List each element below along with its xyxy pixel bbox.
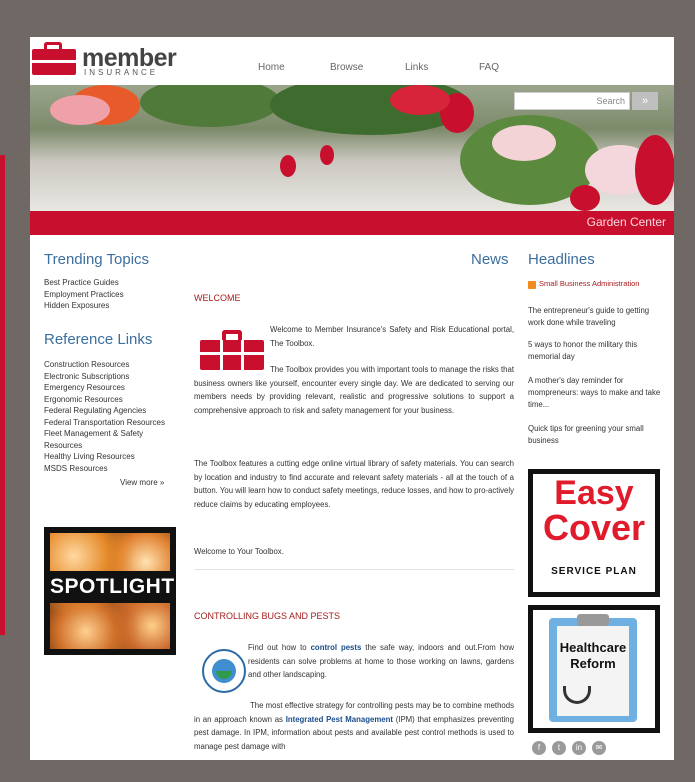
bugs-heading: CONTROLLING BUGS AND PESTS (194, 611, 341, 621)
hero-flower (492, 125, 556, 161)
hero-fuchsia (280, 155, 296, 177)
reference-links-list: Construction Resources Electronic Subscr… (44, 359, 165, 474)
reference-link[interactable]: Construction Resources (44, 359, 165, 371)
headlines-heading: Headlines (528, 251, 595, 268)
headline-link[interactable]: A mother's day reminder for mompreneurs:… (528, 375, 666, 411)
easy-cover-banner[interactable]: Easy Cover SERVICE PLAN (528, 469, 660, 597)
background-red-strip (0, 155, 5, 635)
reference-link[interactable]: Ergonomic Resources (44, 394, 165, 406)
nav-links[interactable]: Links (405, 62, 428, 73)
hero-foliage (140, 85, 280, 127)
healthcare-reform-label: Healthcare Reform (559, 640, 627, 671)
section-divider (194, 569, 514, 570)
hero-fuchsia (635, 135, 674, 205)
trending-topics-heading: Trending Topics (44, 251, 150, 268)
reference-link[interactable]: Resources (44, 440, 165, 452)
reference-link[interactable]: Emergency Resources (44, 382, 165, 394)
ipm-link[interactable]: Integrated Pest Management (286, 715, 393, 724)
epa-seal-icon (202, 649, 246, 693)
bugs-paragraph: The most effective strategy for controll… (194, 699, 514, 753)
headline-link[interactable]: The entrepreneur's guide to getting work… (528, 305, 666, 329)
spotlight-banner[interactable]: SPOTLIGHT (44, 527, 176, 655)
hero-flower (50, 95, 110, 125)
easy-cover-title: Cover (542, 507, 646, 548)
trending-link[interactable]: Best Practice Guides (44, 277, 124, 289)
hero-banner: Search » (30, 85, 674, 211)
search-input[interactable]: Search (514, 92, 630, 110)
reference-link[interactable]: MSDS Resources (44, 463, 165, 475)
reference-links-heading: Reference Links (44, 331, 153, 348)
email-icon[interactable]: ✉ (592, 741, 606, 755)
hero-fuchsia (570, 185, 600, 211)
nav-home[interactable]: Home (258, 62, 285, 73)
twitter-icon[interactable]: t (552, 741, 566, 755)
reference-link[interactable]: Healthy Living Resources (44, 451, 165, 463)
logo[interactable]: member INSURANCE (32, 42, 177, 77)
bugs-intro: Find out how to control pests the safe w… (248, 641, 514, 682)
logo-subtitle: INSURANCE (84, 68, 159, 77)
page: member INSURANCE Home Browse Links FAQ S… (30, 37, 674, 760)
bugs-text: Find out how to (248, 643, 307, 652)
welcome-paragraph: The Toolbox features a cutting edge onli… (194, 459, 514, 509)
welcome-closing: Welcome to Your Toolbox. (194, 547, 284, 556)
reference-link[interactable]: Fleet Management & Safety (44, 428, 165, 440)
headline-link[interactable]: 5 ways to honor the military this memori… (528, 339, 666, 363)
control-pests-link[interactable]: control pests (311, 643, 362, 652)
hero-caption: Garden Center (586, 215, 666, 229)
welcome-intro: Welcome to Member Insurance's Safety and… (270, 325, 514, 348)
trending-topics-list: Best Practice Guides Employment Practice… (44, 277, 124, 312)
search-button[interactable]: » (632, 92, 658, 110)
news-heading: News (471, 251, 509, 268)
reference-link[interactable]: Federal Regulating Agencies (44, 405, 165, 417)
reference-link[interactable]: Electronic Subscriptions (44, 371, 165, 383)
nav-browse[interactable]: Browse (330, 62, 363, 73)
facebook-icon[interactable]: f (532, 741, 546, 755)
welcome-paragraph: The Toolbox provides you with important … (194, 365, 514, 415)
trending-link[interactable]: Hidden Exposures (44, 300, 124, 312)
site-header: member INSURANCE Home Browse Links FAQ (30, 37, 674, 85)
trending-link[interactable]: Employment Practices (44, 289, 124, 301)
view-more-link[interactable]: View more » (120, 478, 164, 487)
healthcare-reform-banner[interactable]: Healthcare Reform (528, 605, 660, 733)
hero-caption-bar: Garden Center (30, 211, 674, 235)
toolbox-logo-icon (32, 42, 76, 75)
rss-icon (528, 281, 536, 289)
headline-link[interactable]: Quick tips for greening your small busin… (528, 423, 666, 447)
spotlight-label: SPOTLIGHT (50, 571, 174, 603)
service-plan-label: SERVICE PLAN (551, 566, 637, 577)
nav-faq[interactable]: FAQ (479, 62, 499, 73)
hero-fuchsia (390, 85, 450, 115)
welcome-heading: WELCOME (194, 293, 241, 303)
hero-fuchsia (320, 145, 334, 165)
reference-link[interactable]: Federal Transportation Resources (44, 417, 165, 429)
feed-source-link[interactable]: Small Business Administration (539, 279, 639, 288)
linkedin-icon[interactable]: in (572, 741, 586, 755)
